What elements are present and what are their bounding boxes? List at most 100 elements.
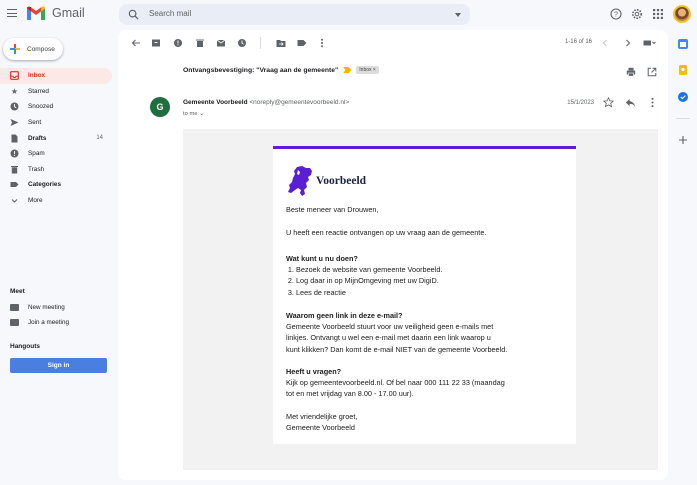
message-more-vert-icon[interactable] [647, 97, 658, 108]
label-icon [10, 180, 19, 189]
tasks-icon[interactable] [678, 92, 688, 102]
inbox-label-chip[interactable]: Inbox × [356, 66, 379, 74]
email-date: 15/1/2023 [567, 100, 594, 106]
sender-email: <noreply@gemeentevoorbeeld.nl> [249, 99, 350, 106]
sidebar-item-drafts[interactable]: Drafts 14 [0, 130, 112, 146]
questions-paragraph: Kijk op gemeentevoorbeeld.nl. Of bel naa… [286, 377, 505, 400]
older-chevron-icon[interactable] [623, 38, 633, 48]
keep-icon[interactable] [678, 65, 688, 75]
reply-icon[interactable] [625, 97, 636, 108]
signature-text: Gemeente Voorbeeld [286, 423, 355, 433]
snooze-icon[interactable] [237, 38, 247, 48]
join-meeting-label: Join a meeting [28, 319, 69, 326]
mark-unread-icon[interactable] [216, 38, 226, 48]
side-panel [669, 30, 697, 485]
sender-line: Gemeente Voorbeeld <noreply@gemeentevoor… [183, 99, 349, 106]
input-tools-icon[interactable] [643, 38, 656, 48]
section-heading-what-to-do: Wat kunt u nu doen? [286, 254, 358, 263]
svg-text:?: ? [614, 12, 618, 19]
netherlands-map-logo-icon [288, 166, 312, 196]
star-icon[interactable] [603, 97, 614, 108]
star-icon: ★ [10, 86, 19, 96]
side-panel-divider [676, 118, 690, 119]
paragraph-line: linkjes. Ontvangt u wel een e-mail met d… [286, 333, 491, 343]
sidebar-item-starred[interactable]: ★ Starred [0, 84, 112, 100]
section-heading-why-no-link: Waarom geen link in deze e-mail? [286, 311, 403, 320]
top-bar: Gmail Search mail ? [0, 0, 697, 30]
sidebar-item-label: Trash [28, 165, 45, 173]
sidebar-item-label: Snoozed [28, 103, 54, 111]
sidebar-item-snoozed[interactable]: Snoozed [0, 99, 112, 115]
sidebar-item-label: Categories [28, 181, 62, 189]
sidebar-item-label: More [28, 197, 43, 205]
hangouts-sign-in-button[interactable]: Sign in [10, 358, 107, 373]
print-icon[interactable] [626, 67, 636, 77]
clock-icon [10, 102, 19, 111]
keyboard-icon [10, 319, 19, 326]
search-bar[interactable]: Search mail [119, 4, 470, 25]
main-menu-icon[interactable] [7, 9, 17, 18]
help-icon[interactable]: ? [610, 8, 622, 20]
move-to-icon[interactable] [276, 38, 286, 48]
new-meeting-label: New meeting [28, 304, 65, 311]
calendar-icon[interactable] [678, 39, 688, 49]
hangouts-heading: Hangouts [10, 343, 40, 350]
recipient-details-toggle[interactable]: to me ⌄ [183, 111, 204, 117]
add-addon-plus-icon[interactable] [678, 135, 688, 145]
message-view: 1-16 of 16 Ontvangsbevestiging: "Vraag a… [118, 30, 668, 480]
label-as-icon[interactable] [297, 38, 307, 48]
list-item: Lees de reactie [296, 287, 442, 298]
why-no-link-paragraph: Gemeente Voorbeeld stuurt voor uw veilig… [286, 321, 507, 355]
trash-icon [10, 165, 19, 174]
subject-row: Ontvangsbevestiging: "Vraag aan de gemee… [183, 66, 379, 74]
search-input[interactable]: Search mail [149, 9, 191, 18]
paragraph-line: tot en met vrijdag van 8.00 - 17.00 uur)… [286, 389, 414, 399]
compose-label: Compose [27, 45, 55, 53]
sidebar-item-label: Inbox [28, 72, 46, 80]
search-options-icon[interactable] [455, 13, 461, 17]
importance-marker-icon[interactable] [343, 67, 352, 73]
delete-icon[interactable] [195, 38, 205, 48]
search-icon[interactable] [128, 9, 139, 20]
archive-icon[interactable] [151, 38, 161, 48]
top-right-actions: ? [610, 5, 691, 23]
inbox-icon [10, 71, 19, 81]
brand-name: Voorbeeld [316, 175, 367, 187]
back-arrow-icon[interactable] [131, 38, 141, 48]
account-avatar[interactable] [673, 5, 691, 23]
new-meeting-item[interactable]: New meeting [10, 304, 65, 311]
compose-button[interactable]: Compose [3, 38, 63, 60]
list-item: Log daar in op MijnOmgeving met uw DigiD… [296, 275, 442, 286]
more-vert-icon[interactable] [317, 38, 327, 48]
join-meeting-item[interactable]: Join a meeting [10, 319, 69, 326]
spam-icon [10, 149, 19, 158]
sender-name[interactable]: Gemeente Voorbeeld [183, 99, 248, 106]
paragraph-line: Kijk op gemeentevoorbeeld.nl. Of bel naa… [286, 378, 505, 387]
chevron-down-icon [10, 196, 19, 205]
sidebar-item-label: Spam [28, 150, 45, 158]
open-new-window-icon[interactable] [647, 67, 657, 77]
sidebar-item-categories[interactable]: Categories [0, 177, 112, 193]
sender-avatar[interactable]: G [150, 97, 170, 117]
newer-chevron-icon[interactable] [600, 38, 610, 48]
steps-list: Bezoek de website van gemeente Voorbeeld… [286, 264, 442, 298]
gmail-m-icon [27, 6, 45, 20]
toolbar-divider [260, 37, 261, 49]
settings-gear-icon[interactable] [631, 8, 643, 20]
gmail-logo[interactable]: Gmail [27, 6, 85, 20]
meet-heading: Meet [10, 288, 25, 295]
paragraph-line: kunt klikken? Dan komt de e-mail NIET va… [286, 344, 508, 354]
apps-grid-icon[interactable] [652, 8, 664, 20]
sidebar-item-more[interactable]: More [0, 193, 112, 209]
sidebar-item-trash[interactable]: Trash [0, 162, 112, 178]
sidebar-item-label: Drafts [28, 134, 47, 142]
sidebar-item-sent[interactable]: Sent [0, 115, 112, 131]
sender-brand-logo: Voorbeeld [286, 166, 366, 196]
pagination-text: 1-16 of 16 [564, 39, 592, 45]
sidebar-item-spam[interactable]: Spam [0, 146, 112, 162]
drafts-count: 14 [96, 135, 103, 142]
report-spam-icon[interactable] [173, 38, 183, 48]
section-heading-questions: Heeft u vragen? [286, 367, 342, 376]
sidebar-item-inbox[interactable]: Inbox [0, 68, 112, 84]
closing-text: Met vriendelijke groet, [286, 412, 358, 421]
